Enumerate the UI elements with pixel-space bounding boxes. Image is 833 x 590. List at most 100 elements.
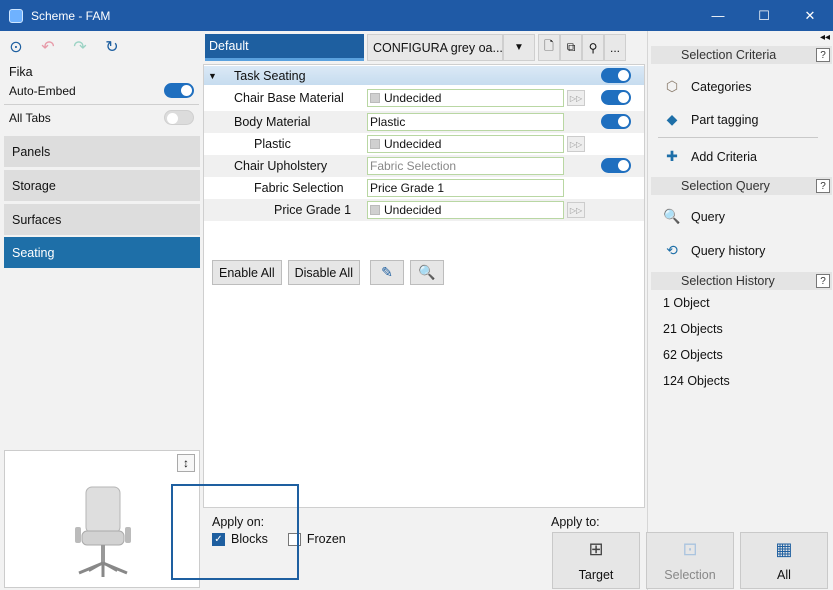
- apply-to-label: Apply to:: [551, 515, 600, 529]
- eyedropper-icon[interactable]: ✎: [369, 260, 404, 285]
- history-item[interactable]: 21 Objects: [663, 322, 723, 336]
- category-surfaces[interactable]: Surfaces: [4, 204, 200, 235]
- auto-embed-row: Auto-Embed: [9, 83, 194, 98]
- property-label: Body Material: [234, 115, 311, 129]
- categories-item[interactable]: ⬡ Categories: [663, 78, 752, 95]
- grid-actions: Enable All Disable All ✎ 🔍: [212, 260, 444, 285]
- property-row: Chair Base Material Undecided ▷▷: [204, 87, 644, 109]
- color-swatch: [370, 93, 380, 103]
- new-document-icon[interactable]: 🗋: [538, 34, 560, 61]
- history-icon: ⟲: [666, 242, 678, 258]
- selection-icon: ⊡: [682, 539, 698, 559]
- next-option-icon[interactable]: ▷▷: [567, 136, 585, 152]
- auto-embed-toggle[interactable]: [164, 83, 194, 98]
- history-item[interactable]: 1 Object: [663, 296, 710, 310]
- divider: [658, 137, 818, 138]
- all-tabs-row: All Tabs: [9, 110, 194, 125]
- property-value[interactable]: Undecided: [367, 201, 564, 219]
- close-button[interactable]: ✕: [787, 0, 833, 31]
- property-label: Price Grade 1: [274, 203, 352, 217]
- frozen-label: Frozen: [306, 532, 346, 546]
- help-icon[interactable]: ?: [816, 48, 830, 62]
- minimize-button[interactable]: —: [695, 0, 741, 31]
- property-toggle[interactable]: [601, 114, 631, 129]
- tab-tools: 🗋 ⧉ ⚲ ...: [538, 34, 626, 61]
- history-item[interactable]: 62 Objects: [663, 348, 723, 362]
- property-label: Chair Upholstery: [234, 159, 328, 173]
- collapse-caret-icon[interactable]: ▼: [208, 71, 222, 81]
- app-icon: [9, 8, 23, 23]
- category-seating[interactable]: Seating: [4, 237, 200, 268]
- search-scheme-icon[interactable]: ⊙: [6, 37, 26, 57]
- filter-icon[interactable]: ⚲: [582, 34, 604, 61]
- categories-label: Categories: [691, 79, 752, 94]
- copy-icon[interactable]: ⧉: [560, 34, 582, 61]
- dropdown-arrow-icon[interactable]: ▼: [503, 34, 535, 61]
- redo-icon[interactable]: ↷: [70, 37, 90, 57]
- window-controls: — ☐ ✕: [695, 0, 833, 31]
- category-storage[interactable]: Storage: [4, 170, 200, 201]
- collapse-panel-icon[interactable]: ◂◂: [820, 32, 830, 43]
- maximize-button[interactable]: ☐: [741, 0, 787, 31]
- property-row: Chair Upholstery Fabric Selection: [204, 155, 644, 177]
- tab-default[interactable]: Default: [205, 34, 364, 61]
- refresh-icon[interactable]: ↻: [102, 37, 122, 57]
- next-option-icon[interactable]: ▷▷: [567, 202, 585, 218]
- property-label: Plastic: [254, 137, 291, 151]
- right-panel: ◂◂ Selection Criteria ? ⬡ Categories ◆ P…: [647, 31, 833, 590]
- disable-all-button[interactable]: Disable All: [287, 260, 360, 285]
- all-tabs-label: All Tabs: [9, 110, 51, 125]
- history-item[interactable]: 124 Objects: [663, 374, 730, 388]
- all-icon: ▦: [775, 539, 793, 559]
- property-row: Fabric Selection Price Grade 1: [204, 177, 644, 199]
- query-icon: 🔍: [663, 208, 681, 224]
- help-icon[interactable]: ?: [816, 274, 830, 288]
- query-label: Query: [691, 209, 726, 224]
- selection-criteria-header: Selection Criteria ?: [651, 46, 832, 64]
- undo-icon[interactable]: ↶: [38, 37, 58, 57]
- section-title: Selection Query: [681, 179, 770, 193]
- highlight-frame: [171, 484, 299, 580]
- property-value[interactable]: Undecided: [367, 135, 564, 153]
- add-criteria-item[interactable]: ✚ Add Criteria: [663, 148, 757, 165]
- title-bar: Scheme - FAM — ☐ ✕: [0, 0, 833, 31]
- material-dropdown[interactable]: CONFIGURA grey oa...: [367, 34, 503, 61]
- query-item[interactable]: 🔍 Query: [663, 208, 725, 225]
- help-icon[interactable]: ?: [816, 179, 830, 193]
- property-toggle[interactable]: [601, 90, 631, 105]
- property-value[interactable]: Price Grade 1: [367, 179, 564, 197]
- auto-embed-label: Auto-Embed: [9, 83, 76, 98]
- property-label: Chair Base Material: [234, 91, 344, 105]
- property-value-text: Undecided: [384, 203, 442, 217]
- tag-icon: ◆: [666, 111, 678, 127]
- property-value[interactable]: Undecided: [367, 89, 564, 107]
- search-icon[interactable]: 🔍: [409, 260, 444, 285]
- property-value[interactable]: Plastic: [367, 113, 564, 131]
- next-option-icon[interactable]: ▷▷: [567, 90, 585, 106]
- target-button[interactable]: ⊞ Target: [552, 532, 640, 589]
- enable-all-button[interactable]: Enable All: [212, 260, 282, 285]
- all-button[interactable]: ▦ All: [740, 532, 828, 589]
- plus-icon: ✚: [666, 148, 678, 164]
- selection-label: Selection: [664, 568, 716, 582]
- window-title: Scheme - FAM: [31, 8, 111, 23]
- property-value-text: Undecided: [384, 137, 442, 151]
- property-value-text: Undecided: [384, 91, 442, 105]
- selection-button[interactable]: ⊡ Selection: [646, 532, 734, 589]
- left-toolbar: ⊙ ↶ ↷ ↻: [6, 37, 122, 57]
- all-label: All: [777, 568, 791, 582]
- group-header-task-seating[interactable]: ▼ Task Seating: [204, 66, 644, 85]
- color-swatch: [370, 139, 380, 149]
- property-value[interactable]: Fabric Selection: [367, 157, 564, 175]
- more-icon[interactable]: ...: [604, 34, 626, 61]
- part-tagging-item[interactable]: ◆ Part tagging: [663, 111, 759, 128]
- category-panels[interactable]: Panels: [4, 136, 200, 167]
- scheme-name: Fika: [9, 65, 33, 79]
- query-history-item[interactable]: ⟲ Query history: [663, 242, 765, 259]
- group-toggle[interactable]: [601, 68, 631, 83]
- group-label: Task Seating: [234, 68, 306, 83]
- all-tabs-toggle[interactable]: [164, 110, 194, 125]
- property-label: Fabric Selection: [254, 181, 344, 195]
- section-title: Selection History: [681, 274, 775, 288]
- property-toggle[interactable]: [601, 158, 631, 173]
